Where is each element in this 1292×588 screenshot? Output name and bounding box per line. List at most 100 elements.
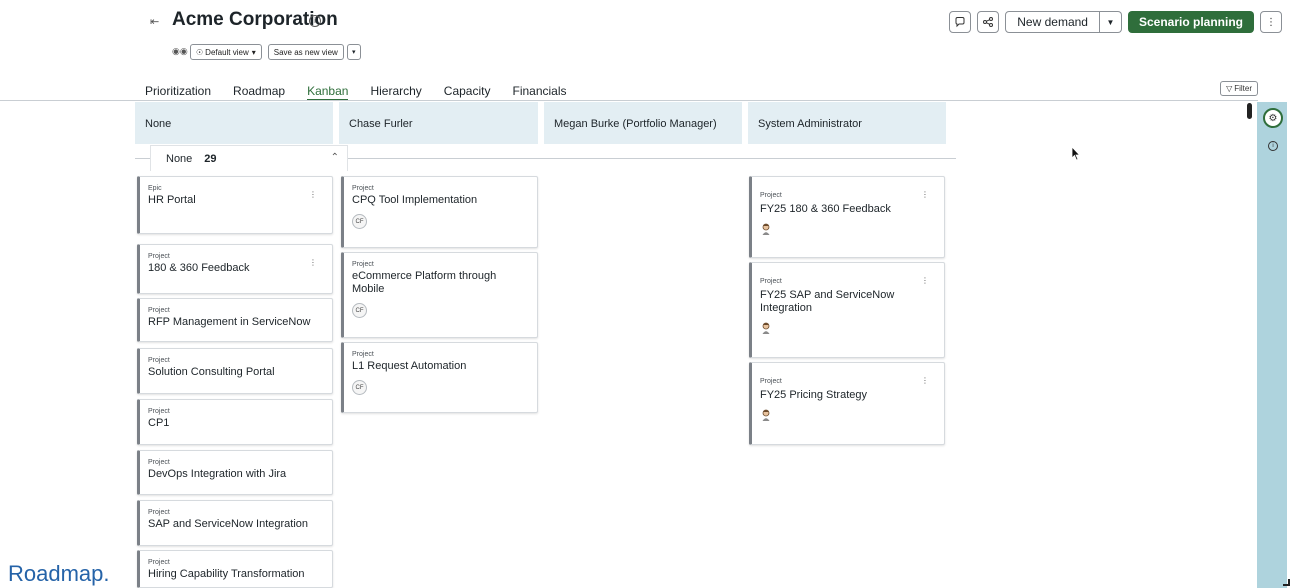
caret-down-icon: ▾ bbox=[352, 49, 356, 56]
swimlane-header[interactable]: None 29 ⌃ bbox=[150, 145, 348, 171]
chevron-up-icon[interactable]: ⌃ bbox=[331, 152, 339, 163]
caret-down-icon: ▼ bbox=[1106, 17, 1115, 27]
comment-icon bbox=[955, 17, 965, 28]
card-type: Project bbox=[148, 408, 170, 415]
card-title: FY25 Pricing Strategy bbox=[760, 389, 867, 401]
caret-down-icon: ▾ bbox=[251, 47, 256, 57]
tabs-divider bbox=[0, 100, 1258, 101]
card-menu-icon[interactable]: ⋮ bbox=[921, 276, 929, 285]
kanban-card[interactable]: Project DevOps Integration with Jira bbox=[137, 450, 333, 495]
tab-roadmap[interactable]: Roadmap bbox=[233, 79, 285, 101]
assignee-initials[interactable]: CF bbox=[352, 380, 367, 395]
card-title: 180 & 360 Feedback bbox=[148, 262, 250, 274]
kanban-card[interactable]: Project RFP Management in ServiceNow bbox=[137, 298, 333, 342]
card-type: Project bbox=[760, 278, 782, 285]
card-title: eCommerce Platform through Mobile bbox=[352, 270, 497, 295]
assignee-initials[interactable]: CF bbox=[352, 214, 367, 229]
kanban-card[interactable]: Project Hiring Capability Transformation bbox=[137, 550, 333, 588]
kanban-card[interactable]: Project FY25 SAP and ServiceNow Integrat… bbox=[749, 262, 945, 358]
scenario-planning-button[interactable]: Scenario planning bbox=[1127, 11, 1254, 33]
card-title: Hiring Capability Transformation bbox=[148, 568, 305, 580]
comment-button[interactable] bbox=[949, 11, 972, 33]
card-title: DevOps Integration with Jira bbox=[148, 468, 287, 480]
card-type: Project bbox=[148, 253, 170, 260]
kanban-card[interactable]: Epic HR Portal ⋮ bbox=[137, 176, 333, 234]
card-title: CPQ Tool Implementation bbox=[352, 194, 478, 206]
card-title: FY25 SAP and ServiceNow Integration bbox=[760, 289, 895, 314]
filter-label: Filter bbox=[1234, 84, 1252, 93]
kebab-icon: ⋮ bbox=[1266, 16, 1276, 28]
share-icon bbox=[983, 17, 994, 27]
avatar[interactable] bbox=[760, 321, 772, 336]
save-view-caret-button[interactable]: ▾ bbox=[346, 44, 361, 60]
kanban-card[interactable]: Project eCommerce Platform through Mobil… bbox=[341, 252, 538, 338]
card-type: Project bbox=[352, 351, 374, 358]
card-menu-icon[interactable]: ⋮ bbox=[921, 376, 929, 385]
filter-icon: ▽ bbox=[1226, 84, 1233, 93]
card-type: Project bbox=[760, 378, 782, 385]
card-type: Project bbox=[760, 192, 782, 199]
tab-kanban[interactable]: Kanban bbox=[307, 79, 349, 101]
binoculars-icon: ◉◉ bbox=[172, 46, 188, 56]
kanban-card[interactable]: Project 180 & 360 Feedback ⋮ bbox=[137, 244, 333, 294]
eye-icon: ☉ bbox=[196, 47, 204, 57]
card-title: FY25 180 & 360 Feedback bbox=[760, 203, 891, 215]
info-icon[interactable]: i bbox=[1268, 141, 1278, 151]
card-type: Project bbox=[148, 459, 170, 466]
share-button[interactable] bbox=[977, 11, 1000, 33]
view-tabs: Prioritization Roadmap Kanban Hierarchy … bbox=[145, 79, 589, 101]
new-demand-group: New demand ▼ bbox=[1005, 11, 1122, 33]
card-menu-icon[interactable]: ⋮ bbox=[309, 258, 317, 267]
card-title: Solution Consulting Portal bbox=[148, 366, 275, 378]
mouse-cursor-icon bbox=[1071, 146, 1081, 161]
avatar[interactable] bbox=[760, 222, 772, 237]
column-header-system-administrator: System Administrator bbox=[748, 102, 946, 144]
column-header-chase-furler: Chase Furler bbox=[339, 102, 538, 144]
swimlane-divider bbox=[135, 158, 150, 159]
kanban-card[interactable]: Project L1 Request Automation CF bbox=[341, 342, 538, 413]
card-type: Project bbox=[148, 357, 170, 364]
settings-button[interactable]: ⚙ bbox=[1263, 108, 1283, 128]
card-menu-icon[interactable]: ⋮ bbox=[309, 190, 317, 199]
avatar[interactable] bbox=[760, 408, 772, 423]
kanban-card[interactable]: Project CPQ Tool Implementation CF bbox=[341, 176, 538, 248]
new-demand-button[interactable]: New demand bbox=[1005, 11, 1100, 33]
tab-prioritization[interactable]: Prioritization bbox=[145, 79, 211, 101]
card-type: Project bbox=[352, 185, 374, 192]
column-header-megan-burke: Megan Burke (Portfolio Manager) bbox=[544, 102, 742, 144]
more-options-button[interactable]: ⋮ bbox=[1260, 11, 1282, 33]
card-type: Project bbox=[352, 261, 374, 268]
swimlane-divider bbox=[348, 158, 956, 159]
kanban-card[interactable]: Project FY25 Pricing Strategy ⋮ bbox=[749, 362, 945, 445]
swimlane-label: None bbox=[166, 152, 193, 165]
card-type: Project bbox=[148, 307, 170, 314]
filter-button[interactable]: ▽ Filter bbox=[1220, 81, 1258, 96]
card-type: Epic bbox=[148, 185, 162, 192]
kanban-card[interactable]: Project FY25 180 & 360 Feedback ⋮ bbox=[749, 176, 945, 258]
view-controls: ◉◉ ☉ Default view ▾ Save as new view ▾ bbox=[172, 44, 361, 60]
kanban-card[interactable]: Project CP1 bbox=[137, 399, 333, 445]
gear-icon: ⚙ bbox=[1268, 112, 1278, 124]
vertical-scrollbar[interactable] bbox=[1247, 103, 1252, 119]
assignee-initials[interactable]: CF bbox=[352, 303, 367, 318]
card-title: SAP and ServiceNow Integration bbox=[148, 518, 308, 530]
tab-financials[interactable]: Financials bbox=[512, 79, 566, 101]
kanban-card[interactable]: Project SAP and ServiceNow Integration bbox=[137, 500, 333, 546]
toolbar: New demand ▼ Scenario planning ⋮ bbox=[949, 11, 1282, 33]
info-icon[interactable]: i bbox=[309, 15, 321, 27]
default-view-dropdown[interactable]: ☉ Default view ▾ bbox=[190, 44, 262, 60]
card-title: HR Portal bbox=[148, 194, 196, 206]
column-header-none: None bbox=[135, 102, 333, 144]
tab-capacity[interactable]: Capacity bbox=[444, 79, 491, 101]
default-view-label: Default view bbox=[205, 47, 249, 57]
save-as-new-view-button[interactable]: Save as new view bbox=[267, 44, 344, 60]
swimlane-count: 29 bbox=[204, 152, 217, 165]
page-header: ⇤ Acme Corporation i ◉◉ ☉ Default view ▾… bbox=[0, 0, 1292, 70]
card-type: Project bbox=[148, 509, 170, 516]
new-demand-caret-button[interactable]: ▼ bbox=[1099, 11, 1122, 33]
kanban-card[interactable]: Project Solution Consulting Portal bbox=[137, 348, 333, 394]
collapse-sidebar-icon[interactable]: ⇤ bbox=[150, 15, 162, 28]
tab-hierarchy[interactable]: Hierarchy bbox=[370, 79, 421, 101]
card-menu-icon[interactable]: ⋮ bbox=[921, 190, 929, 199]
card-type: Project bbox=[148, 559, 170, 566]
